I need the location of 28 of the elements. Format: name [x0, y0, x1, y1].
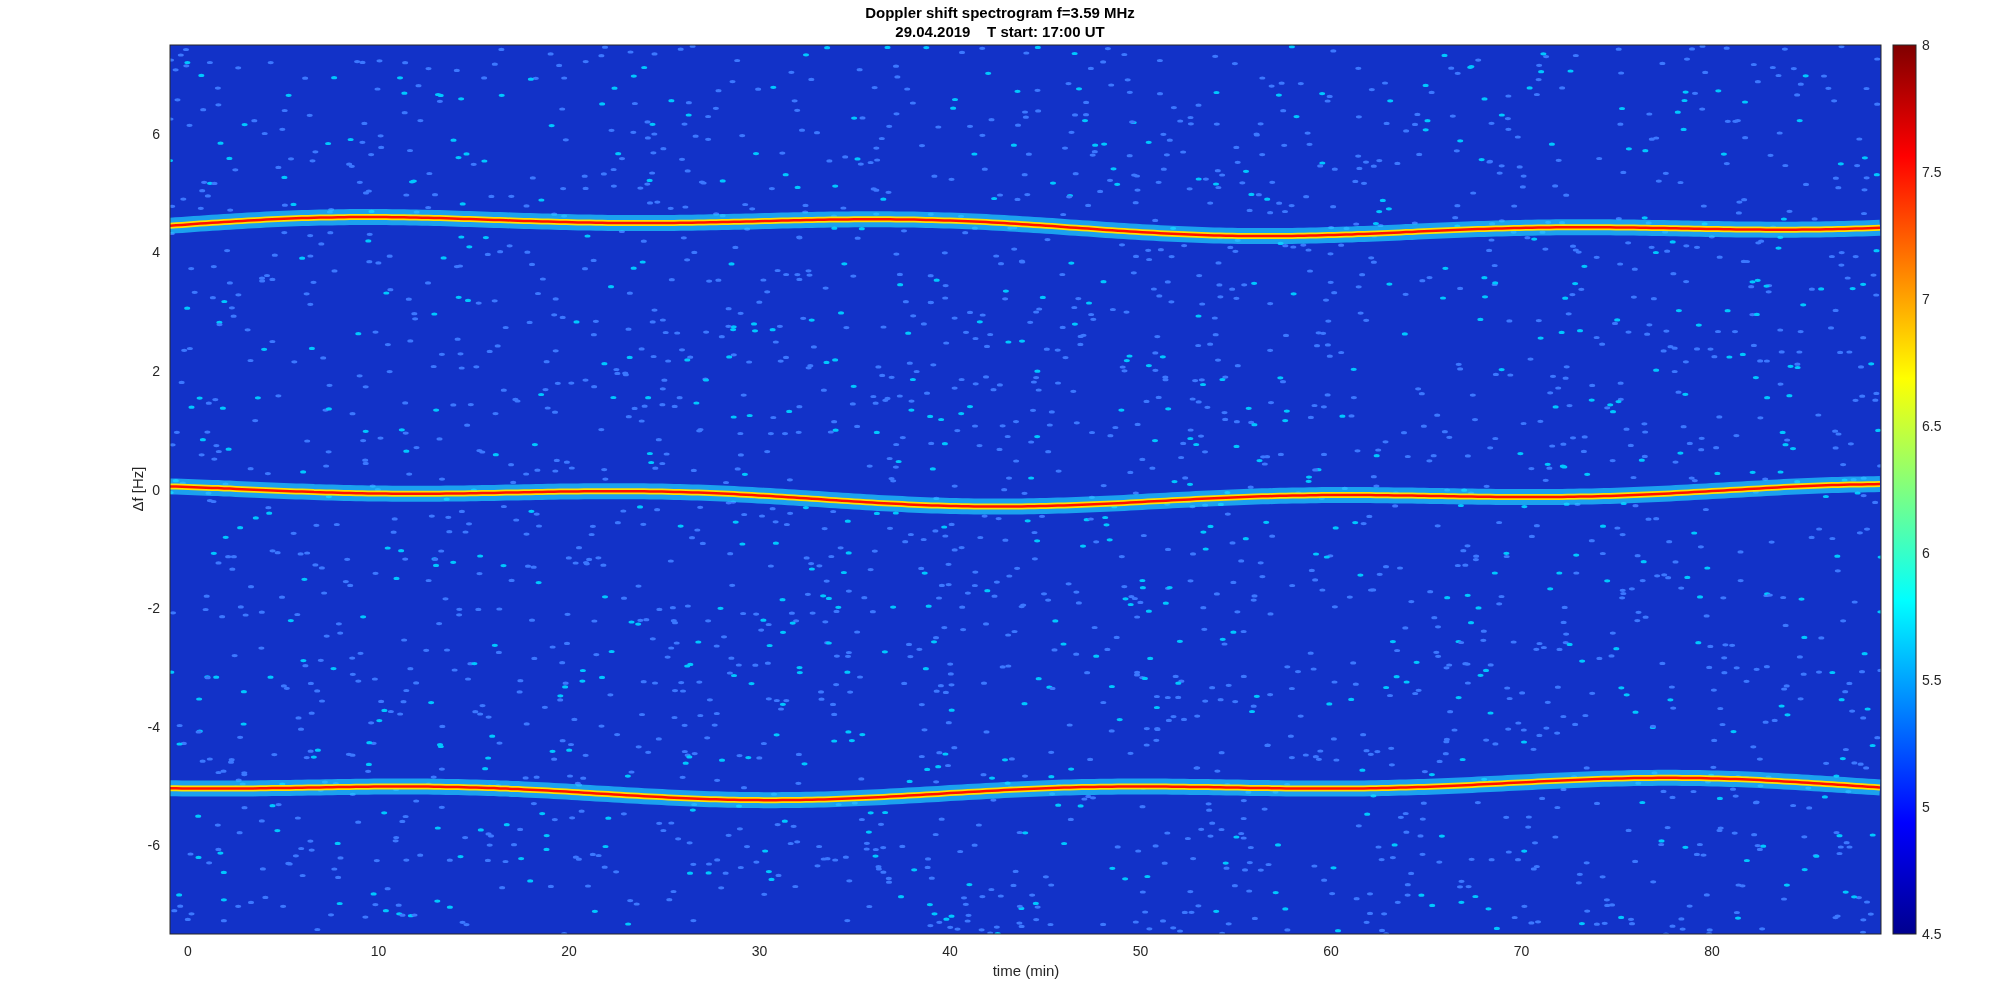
y-tick-label: 4 [152, 244, 160, 261]
plot-title: Doppler shift spectrogram f=3.59 MHz [865, 4, 1135, 21]
x-tick-label: 30 [751, 943, 768, 959]
plot-subtitle: 29.04.2019 T start: 17:00 UT [895, 23, 1105, 40]
y-tick-label: 6 [152, 125, 160, 142]
colorbar-tick-label: 4.5 [1922, 926, 1942, 942]
x-tick-label: 10 [370, 943, 387, 959]
y-tick-label: 2 [152, 362, 160, 379]
y-tick-label: -2 [147, 600, 160, 617]
x-tick-label: 70 [1513, 943, 1530, 959]
colorbar-tick-label: 6.5 [1922, 418, 1942, 434]
y-axis-label: Δf [Hz] [129, 466, 146, 512]
x-tick-label: 40 [942, 943, 958, 959]
x-tick-label: 60 [1323, 943, 1339, 959]
y-tick-label: -6 [147, 837, 160, 854]
colorbar-tick-label: 8 [1922, 37, 1930, 53]
x-axis-label: time (min) [992, 962, 1060, 979]
y-tick-label: 0 [152, 481, 160, 498]
x-tick-label: 80 [1704, 943, 1720, 959]
colorbar-tick-label: 6 [1922, 545, 1930, 561]
colorbar-tick-label: 7.5 [1922, 164, 1942, 180]
colorbar-tick-label: 5.5 [1922, 672, 1942, 688]
x-tick-label: 0 [184, 943, 192, 959]
y-tick-label: -4 [147, 718, 160, 735]
x-tick-label: 50 [1132, 943, 1149, 959]
colorbar-tick-label: 7 [1922, 291, 1930, 307]
x-tick-label: 20 [561, 943, 577, 959]
colorbar-tick-label: 5 [1922, 799, 1930, 815]
